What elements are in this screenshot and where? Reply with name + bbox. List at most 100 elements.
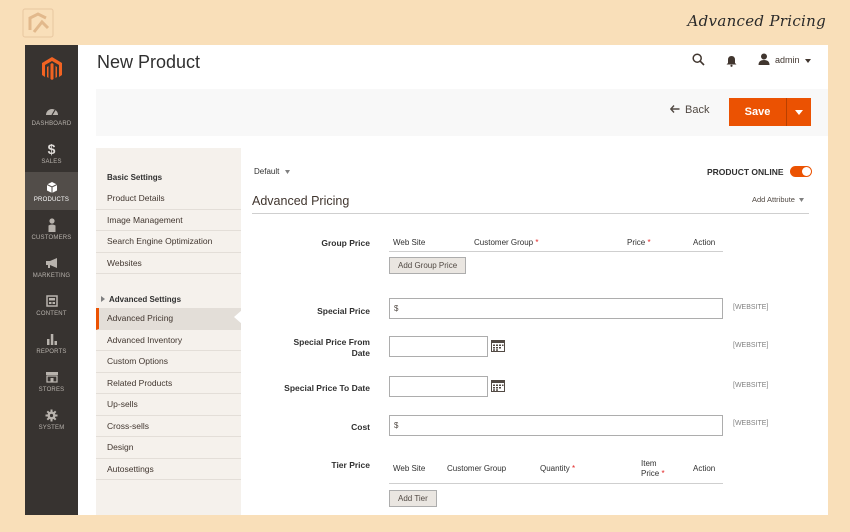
panel-item-advanced-pricing[interactable]: Advanced Pricing <box>96 308 241 330</box>
save-button-group: Save <box>729 98 811 126</box>
bar-chart-icon <box>46 331 58 347</box>
panel-item-websites[interactable]: Websites <box>96 253 241 274</box>
special-from-scope: [WEBSITE] <box>733 342 769 349</box>
panel-item-autosettings[interactable]: Autosettings <box>96 459 241 480</box>
panel-item-seo[interactable]: Search Engine Optimization <box>96 231 241 253</box>
cube-icon <box>46 179 58 195</box>
banner-title: Advanced Pricing <box>687 12 826 30</box>
search-icon[interactable] <box>692 53 705 71</box>
sidebar-item-customers[interactable]: CUSTOMERS <box>25 210 78 248</box>
panel-item-custom-options[interactable]: Custom Options <box>96 351 241 373</box>
special-price-scope: [WEBSITE] <box>733 304 769 311</box>
tier-col-customer-group: Customer Group <box>447 464 507 473</box>
add-attribute-label: Add Attribute <box>752 195 795 204</box>
col-label: Quantity <box>540 464 570 473</box>
sidebar-item-label: SALES <box>41 159 62 165</box>
bell-icon[interactable] <box>726 54 737 72</box>
sidebar-item-sales[interactable]: $ SALES <box>25 134 78 172</box>
group-price-label: Group Price <box>321 238 370 248</box>
person-icon <box>47 217 57 233</box>
special-price-input[interactable]: $ <box>389 298 723 319</box>
store-scope-switcher[interactable]: Default <box>254 167 290 176</box>
panel-item-cross-sells[interactable]: Cross-sells <box>96 416 241 437</box>
cost-label: Cost <box>351 422 370 432</box>
panel-item-image-management[interactable]: Image Management <box>96 210 241 231</box>
special-from-label-line2: Date <box>351 348 370 358</box>
product-sections-panel: Basic Settings Product Details Image Man… <box>96 148 241 515</box>
dollar-icon: $ <box>47 141 56 157</box>
tier-price-label: Tier Price <box>331 460 370 470</box>
admin-sidebar: DASHBOARD $ SALES PRODUCTS CUSTOMERS MAR… <box>25 45 78 515</box>
add-group-price-button[interactable]: Add Group Price <box>389 257 467 274</box>
cost-scope: [WEBSITE] <box>733 420 769 427</box>
group-col-action: Action <box>693 238 716 247</box>
panel-item-advanced-inventory[interactable]: Advanced Inventory <box>96 330 241 351</box>
group-grid-divider <box>389 251 723 252</box>
product-online-toggle[interactable] <box>789 166 812 177</box>
content-icon <box>45 293 58 309</box>
save-options-toggle[interactable] <box>787 98 811 126</box>
required-mark: * <box>535 238 539 247</box>
sidebar-item-label: REPORTS <box>36 349 67 355</box>
tier-col-website: Web Site <box>393 464 426 473</box>
store-icon <box>45 369 59 385</box>
back-button[interactable]: Back <box>669 104 710 116</box>
sidebar-item-system[interactable]: SYSTEM <box>25 400 78 438</box>
active-pointer-icon <box>234 310 242 324</box>
required-mark: * <box>661 469 665 478</box>
col-label-line1: Item <box>641 459 657 468</box>
gear-icon <box>45 407 58 423</box>
admin-window: DASHBOARD $ SALES PRODUCTS CUSTOMERS MAR… <box>25 45 828 515</box>
group-col-customer-group: Customer Group * <box>474 238 539 247</box>
panel-item-up-sells[interactable]: Up-sells <box>96 394 241 416</box>
advanced-settings-toggle[interactable]: Advanced Settings <box>96 292 241 306</box>
sidebar-item-stores[interactable]: STORES <box>25 362 78 400</box>
panel-item-product-details[interactable]: Product Details <box>96 188 241 210</box>
special-price-label: Special Price <box>317 306 370 316</box>
cost-input[interactable]: $ <box>389 415 723 436</box>
sidebar-item-products[interactable]: PRODUCTS <box>25 172 78 210</box>
panel-item-design[interactable]: Design <box>96 437 241 459</box>
tier-col-quantity: Quantity * <box>540 464 575 473</box>
scope-label: Default <box>254 167 280 176</box>
special-to-label: Special Price To Date <box>284 383 370 393</box>
product-online-control: PRODUCT ONLINE <box>707 166 812 177</box>
advanced-pricing-form: Default PRODUCT ONLINE Advanced Pricing … <box>252 148 812 515</box>
arrow-left-icon <box>669 104 680 116</box>
page-title: New Product <box>97 52 201 72</box>
calendar-icon[interactable] <box>491 379 505 397</box>
special-from-label-line1: Special Price From <box>293 337 370 347</box>
brand-logo-icon <box>22 8 54 38</box>
add-tier-button[interactable]: Add Tier <box>389 490 437 507</box>
sidebar-item-label: MARKETING <box>32 273 71 279</box>
col-label: Price <box>627 238 646 247</box>
special-from-date-input[interactable] <box>389 336 488 357</box>
required-mark: * <box>647 238 651 247</box>
advanced-settings-heading: Advanced Settings <box>109 294 182 304</box>
chevron-down-icon <box>799 195 805 204</box>
tier-grid-divider <box>389 483 723 484</box>
magento-logo-icon[interactable] <box>25 49 78 89</box>
back-button-label: Back <box>685 104 710 116</box>
dashboard-icon <box>45 103 59 119</box>
special-to-scope: [WEBSITE] <box>733 382 769 389</box>
special-to-date-input[interactable] <box>389 376 488 397</box>
user-name: admin <box>775 55 800 65</box>
panel-item-related-products[interactable]: Related Products <box>96 373 241 394</box>
user-menu[interactable]: admin <box>758 53 811 67</box>
sidebar-item-marketing[interactable]: MARKETING <box>25 248 78 286</box>
add-attribute-button[interactable]: Add Attribute <box>752 195 805 204</box>
sidebar-item-reports[interactable]: REPORTS <box>25 324 78 362</box>
basic-settings-heading: Basic Settings <box>107 172 163 182</box>
calendar-icon[interactable] <box>491 339 505 357</box>
chevron-down-icon <box>795 106 803 118</box>
sidebar-item-label: PRODUCTS <box>33 197 70 203</box>
sidebar-item-dashboard[interactable]: DASHBOARD <box>25 96 78 134</box>
section-divider <box>252 213 809 214</box>
group-col-price: Price * <box>627 238 651 247</box>
section-title: Advanced Pricing <box>252 194 350 208</box>
save-button[interactable]: Save <box>729 98 787 126</box>
sidebar-item-content[interactable]: CONTENT <box>25 286 78 324</box>
sidebar-item-label: CUSTOMERS <box>31 235 72 241</box>
required-mark: * <box>572 464 576 473</box>
